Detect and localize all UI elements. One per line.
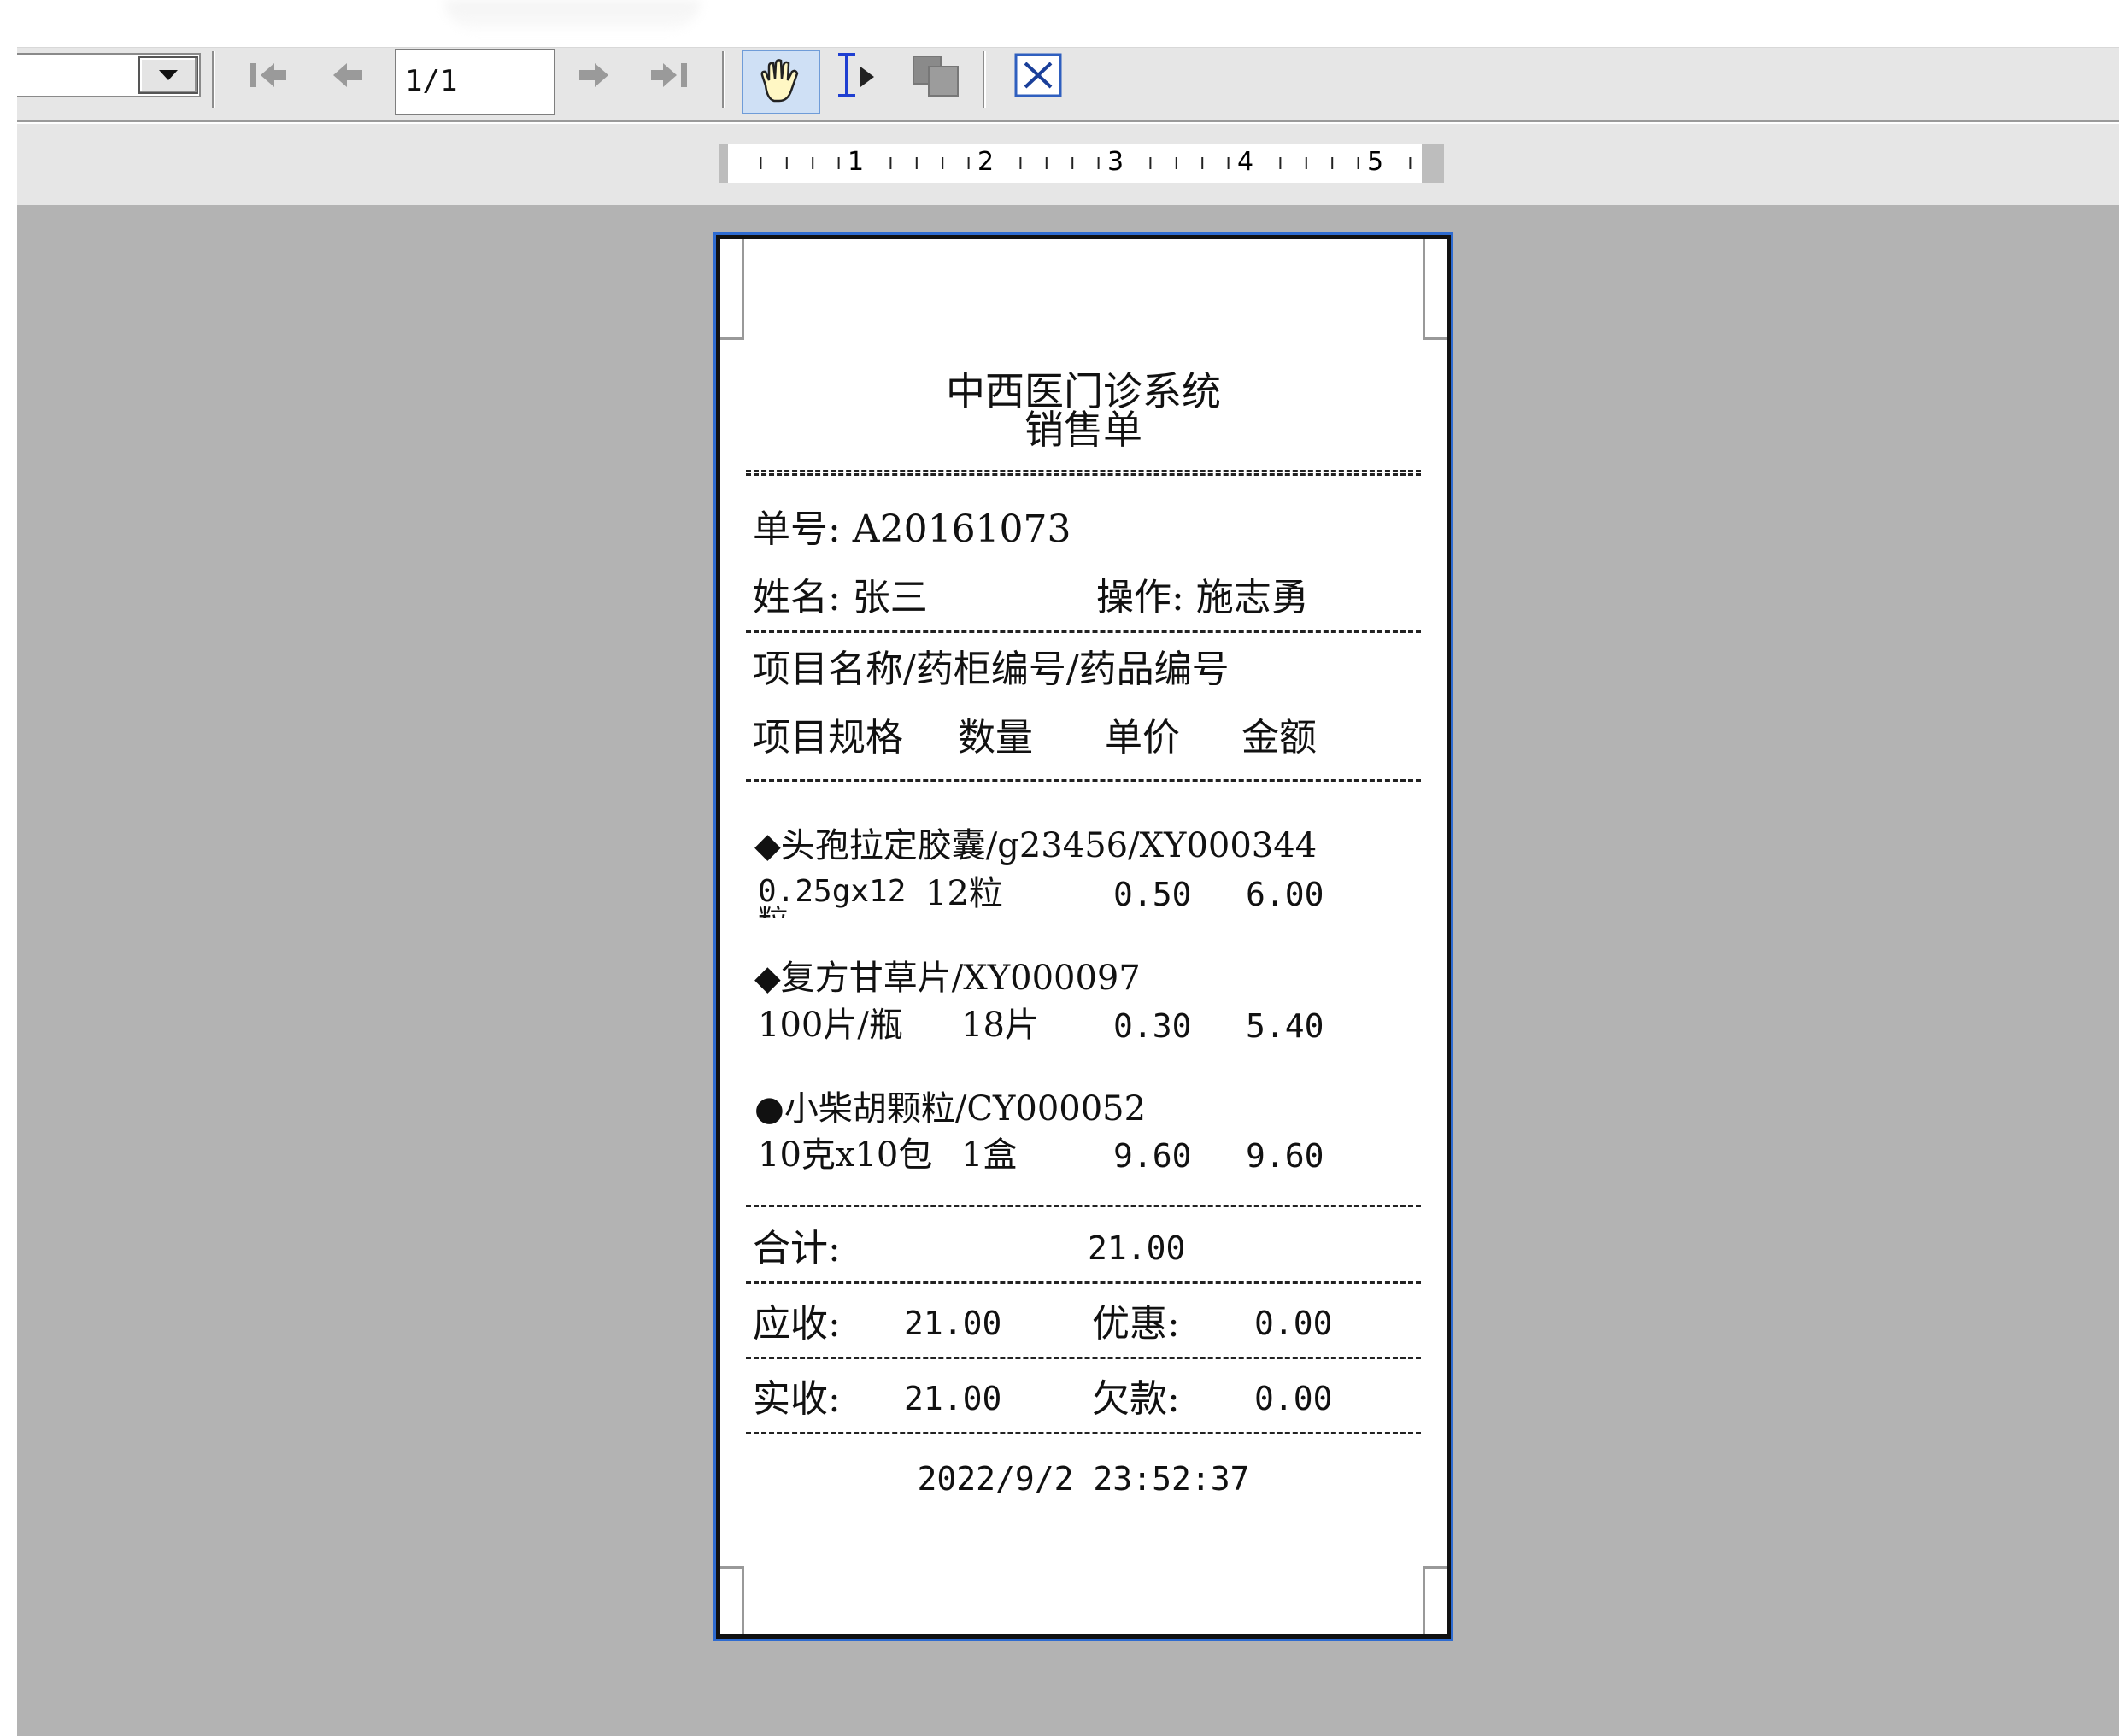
column-header-qty: 数量 (958, 716, 1033, 760)
receivable-label: 应收: (753, 1302, 841, 1346)
receivable-value: 21.00 (904, 1305, 1002, 1342)
prev-page-icon (333, 63, 362, 87)
ruler-label: 5 (1367, 147, 1384, 177)
divider (746, 1357, 1421, 1359)
ruler-label: 2 (977, 147, 995, 177)
margin-mark (1423, 239, 1447, 340)
first-page-icon (250, 63, 286, 87)
receipt-subtitle: 销售单 (1024, 407, 1142, 453)
text-select-icon (838, 53, 874, 97)
copy-icon (913, 56, 959, 97)
item-amount: 9.60 (1246, 1137, 1324, 1175)
ruler-ticks (760, 157, 1412, 169)
item-qty: 12粒 (925, 874, 1003, 913)
item-amount: 6.00 (1246, 876, 1324, 913)
next-page-button[interactable] (571, 53, 615, 97)
hand-tool-icon (760, 59, 799, 103)
text-select-button[interactable] (829, 53, 890, 97)
toolbar-separator (212, 51, 215, 108)
margin-mark (1423, 1566, 1447, 1634)
item-price: 0.30 (1113, 1007, 1192, 1045)
operator-name: 操作: 施志勇 (1096, 576, 1309, 619)
ruler-label: 1 (848, 147, 865, 177)
item-qty: 18片 (961, 1006, 1039, 1045)
print-timestamp: 2022/9/2 23:52:37 (917, 1460, 1250, 1498)
item-price: 9.60 (1113, 1137, 1192, 1175)
receipt-page: 中西医门诊系统 销售单 单号: A20161073 姓名: 张三 操作: 施志勇… (713, 232, 1453, 1641)
chevron-down-icon (159, 70, 178, 80)
horizontal-ruler: 1 2 3 4 5 (719, 144, 1444, 183)
hand-tool-button[interactable] (742, 50, 820, 114)
margin-mark (720, 239, 744, 340)
column-header-spec: 项目规格 (753, 716, 903, 760)
last-page-icon (651, 63, 687, 87)
divider (746, 779, 1421, 782)
page-number-input[interactable]: 1/1 (395, 49, 555, 115)
item-spec: 100片/瓶 (758, 1006, 903, 1045)
item-amount: 5.40 (1246, 1007, 1324, 1045)
item-spec: 10克x10包 (758, 1135, 933, 1175)
toolbar-separator (983, 51, 986, 108)
received-value: 21.00 (904, 1380, 1002, 1417)
close-preview-button[interactable] (1008, 53, 1068, 97)
discount-value: 0.00 (1254, 1305, 1333, 1342)
column-header-name: 项目名称/药柜编号/药品编号 (753, 648, 1230, 691)
total-label: 合计: (753, 1227, 841, 1270)
discount-label: 优惠: (1092, 1302, 1180, 1346)
close-icon (1014, 53, 1062, 97)
order-number: 单号: A20161073 (753, 507, 1071, 551)
item-name: ◆头孢拉定胶囊/g23456/XY000344 (754, 826, 1318, 865)
item-qty: 1盒 (961, 1135, 1018, 1175)
received-label: 实收: (753, 1377, 841, 1421)
double-divider (746, 470, 1421, 476)
divider (746, 1281, 1421, 1284)
item-spec-overflow: 粒 (758, 906, 789, 918)
item-price: 0.50 (1113, 876, 1192, 913)
last-page-button[interactable] (643, 53, 694, 97)
receipt-title: 中西医门诊系统 (946, 368, 1221, 414)
item-name: ●小柴胡颗粒/CY000052 (754, 1089, 1147, 1129)
column-header-amount: 金额 (1241, 716, 1317, 760)
owed-label: 欠款: (1092, 1377, 1180, 1421)
total-value: 21.00 (1088, 1229, 1186, 1267)
divider (746, 1432, 1421, 1434)
first-page-button[interactable] (244, 53, 295, 97)
ruler-label: 3 (1107, 147, 1124, 177)
previous-page-button[interactable] (327, 53, 370, 97)
toolbar-separator (722, 51, 725, 108)
divider (746, 1205, 1421, 1207)
margin-mark (720, 1566, 744, 1634)
patient-name: 姓名: 张三 (753, 576, 928, 619)
divider (746, 630, 1421, 633)
copy-button[interactable] (906, 53, 967, 97)
column-header-price: 单价 (1105, 716, 1180, 760)
item-spec: 0.25gx12 (758, 874, 907, 909)
next-page-icon (579, 63, 608, 87)
zoom-dropdown-button[interactable] (138, 56, 198, 94)
owed-value: 0.00 (1254, 1380, 1333, 1417)
ruler-label: 4 (1237, 147, 1254, 177)
item-name: ◆复方甘草片/XY000097 (754, 959, 1141, 998)
window-shadow (444, 0, 701, 29)
